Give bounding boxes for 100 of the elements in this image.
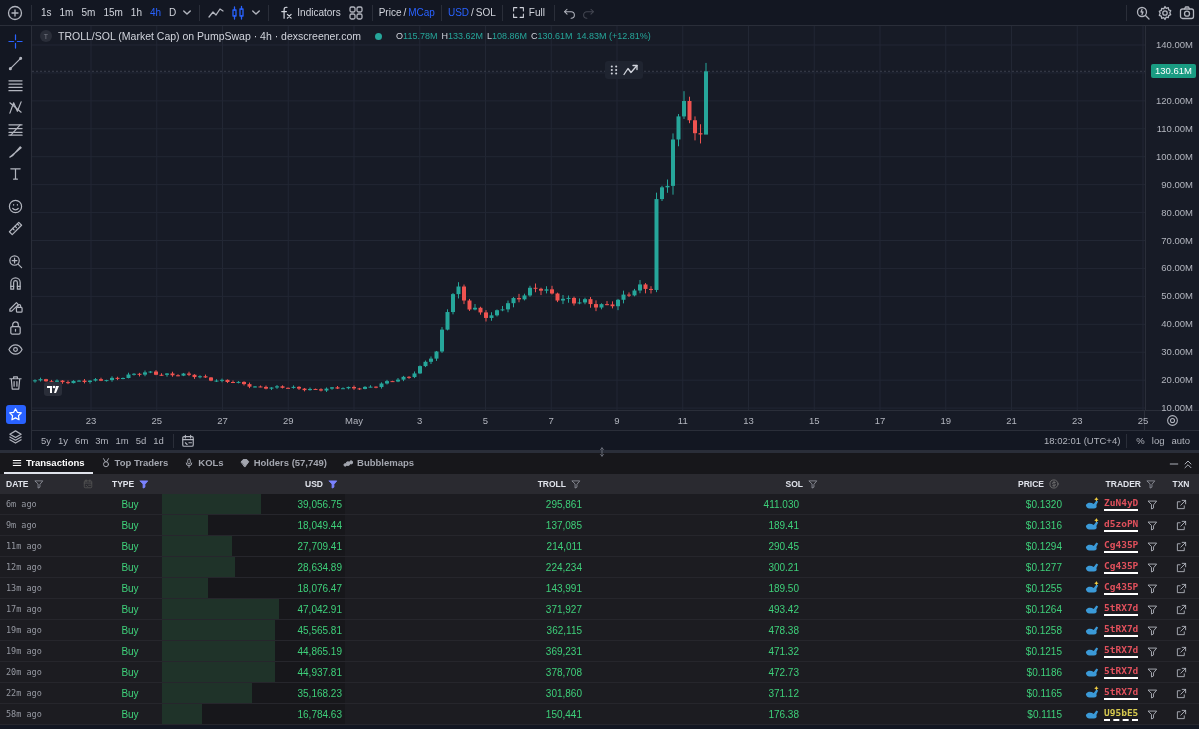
filter-button[interactable] [1146, 497, 1160, 511]
filter-button[interactable] [1146, 623, 1160, 637]
trader-link[interactable]: Cg435P [1104, 560, 1139, 571]
fullscreen-button[interactable]: Full [507, 4, 549, 21]
table-cell: 478.38 [768, 624, 799, 636]
filter-button[interactable] [1146, 707, 1160, 721]
interval-button[interactable]: 4h [145, 5, 166, 20]
filter-button[interactable] [1146, 644, 1160, 658]
filter-button[interactable] [1145, 478, 1157, 490]
external-link-button[interactable] [1174, 518, 1188, 532]
table-cell: Buy [121, 603, 139, 615]
panel-tab[interactable]: Top Traders [92, 453, 177, 474]
table-cell: 176.38 [768, 708, 799, 720]
filter-button[interactable] [32, 478, 45, 490]
currency-toggle[interactable]: USD [446, 5, 471, 20]
ohlc-label: C [531, 31, 538, 41]
interval-button[interactable]: 1m [55, 5, 78, 20]
search-icon [1135, 4, 1151, 21]
table-cell: 493.42 [768, 603, 799, 615]
time-axis-label: 21 [1006, 415, 1017, 426]
range-button[interactable]: 6m [72, 433, 92, 448]
filter-button[interactable] [1146, 539, 1160, 553]
external-link-button[interactable] [1174, 623, 1188, 637]
range-button[interactable]: 3m [92, 433, 112, 448]
trader-link[interactable]: 5tRX7d [1104, 644, 1139, 655]
filter-button[interactable] [1146, 665, 1160, 679]
table-cell: $0.1186 [1026, 666, 1062, 678]
price-mode-toggle[interactable]: MCap [407, 5, 436, 20]
external-link-button[interactable] [1174, 686, 1188, 700]
external-link-button[interactable] [1174, 560, 1188, 574]
trader-link[interactable]: 5tRX7d [1104, 602, 1139, 613]
filter-button[interactable] [807, 478, 819, 490]
undo-icon [563, 6, 576, 19]
column-header: TRADER [1105, 479, 1141, 489]
table-cell: 362,115 [546, 624, 582, 636]
trader-link[interactable]: U95bE5 [1104, 707, 1139, 718]
panel-tab[interactable]: Holders (57,749) [231, 453, 336, 474]
range-button[interactable]: 1m [112, 433, 132, 448]
microphone-icon [184, 457, 195, 468]
date-range-button[interactable] [179, 432, 196, 449]
external-link-button[interactable] [1174, 602, 1188, 616]
scale-option[interactable]: log [1148, 433, 1168, 448]
price-mode-toggle[interactable]: Price [377, 5, 403, 20]
filter-button[interactable] [1146, 602, 1160, 616]
interval-button[interactable]: 1h [126, 5, 146, 20]
filter-icon [1147, 540, 1159, 552]
filter-icon [1147, 498, 1159, 510]
table-cell: 300.21 [768, 561, 799, 573]
range-button[interactable]: 5d [132, 433, 150, 448]
external-link-button[interactable] [1174, 581, 1188, 595]
indicators-button[interactable]: Indicators [274, 3, 345, 22]
table-cell: $0.1215 [1025, 645, 1062, 657]
external-link-button[interactable] [1174, 644, 1188, 658]
range-button[interactable]: 1y [55, 433, 72, 448]
trader-link[interactable]: d5zoPN [1104, 518, 1139, 529]
table-cell: 189.50 [768, 582, 799, 594]
external-link-button[interactable] [1174, 539, 1188, 553]
filter-button[interactable] [138, 478, 151, 490]
trader-link[interactable]: Cg435P [1104, 581, 1139, 592]
filter-button[interactable] [1146, 518, 1160, 532]
fullscreen-icon [511, 6, 525, 19]
redo-icon [582, 6, 595, 19]
filter-button[interactable] [1146, 560, 1160, 574]
external-link-button[interactable] [1174, 707, 1188, 721]
range-button[interactable]: 1d [150, 433, 167, 448]
trader-link[interactable]: Cg435P [1104, 539, 1139, 550]
crosshair-tool[interactable] [5, 32, 26, 51]
table-cell: 20m ago [6, 667, 42, 677]
scale-option[interactable]: auto [1168, 433, 1193, 448]
scale-option[interactable]: % [1133, 433, 1148, 448]
table-cell: 18,076.47 [297, 582, 342, 594]
range-button[interactable]: 5y [38, 433, 55, 448]
ohlc-label: O [396, 31, 404, 41]
table-cell: 13m ago [6, 583, 42, 593]
filter-icon [1147, 519, 1159, 531]
star-tool[interactable] [5, 405, 26, 424]
table-cell: 18,049.44 [297, 519, 342, 531]
trader-link[interactable]: 5tRX7d [1104, 623, 1139, 634]
interval-button[interactable]: 5m [77, 5, 100, 20]
interval-button[interactable]: D [165, 5, 181, 20]
trader-link[interactable]: ZuN4yD [1104, 497, 1139, 508]
interval-button[interactable]: 15m [99, 5, 127, 20]
column-header: USD [305, 479, 323, 489]
external-link-button[interactable] [1174, 497, 1188, 511]
table-cell: 290.45 [768, 540, 799, 552]
panel-tab[interactable]: Bubblemaps [335, 453, 423, 474]
filter-button[interactable] [570, 478, 582, 490]
filter-button[interactable] [1146, 686, 1160, 700]
external-link-button[interactable] [1174, 665, 1188, 679]
trader-link[interactable]: 5tRX7d [1104, 665, 1139, 676]
panel-tab[interactable]: KOLs [176, 453, 232, 474]
filter-button[interactable] [1146, 581, 1160, 595]
currency-toggle[interactable]: SOL [474, 5, 497, 20]
trader-link[interactable]: 5tRX7d [1104, 686, 1139, 697]
caret-icon [252, 10, 261, 15]
axis-settings-button[interactable] [1164, 413, 1180, 428]
time-axis-label: 17 [874, 415, 886, 426]
interval-button[interactable]: 1s [37, 5, 56, 20]
filter-button[interactable] [327, 478, 339, 490]
table-cell: $0.1255 [1025, 582, 1062, 594]
